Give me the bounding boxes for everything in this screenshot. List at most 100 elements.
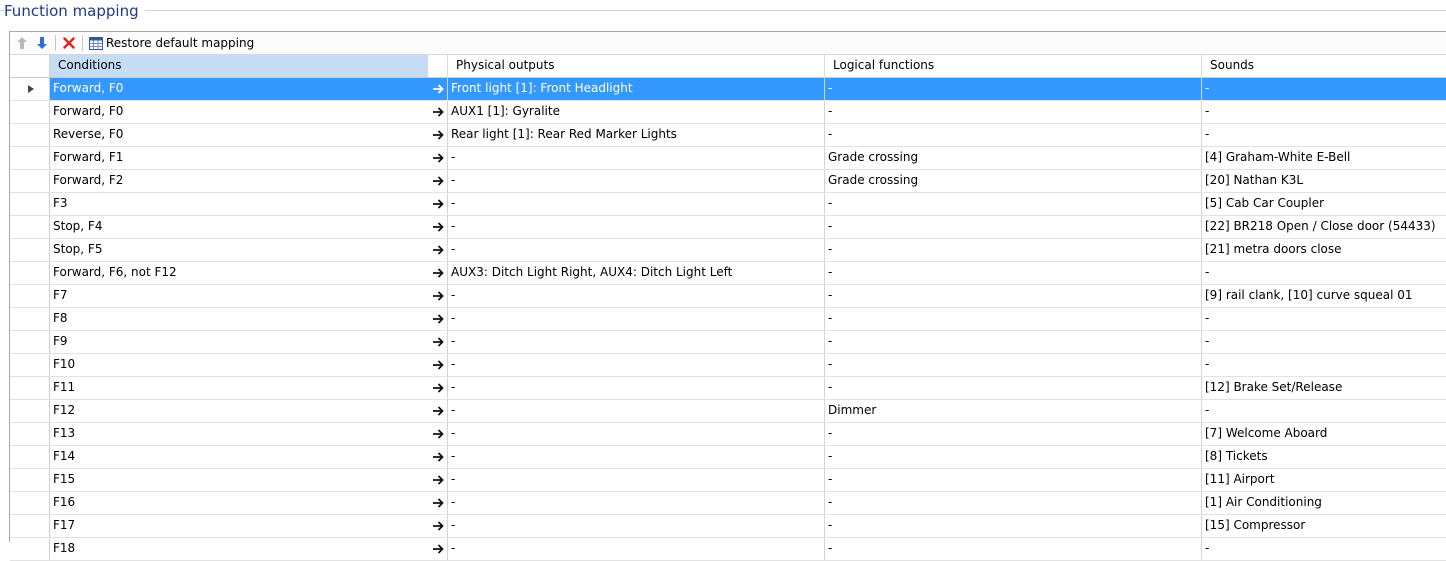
physical-outputs-cell[interactable]: AUX3: Ditch Light Right, AUX4: Ditch Lig… (448, 262, 825, 284)
sounds-cell[interactable]: [20] Nathan K3L (1202, 170, 1446, 192)
physical-outputs-cell[interactable]: - (448, 239, 825, 261)
sounds-cell[interactable]: [22] BR218 Open / Close door (54433) (1202, 216, 1446, 238)
logical-functions-cell[interactable]: - (825, 193, 1202, 215)
table-row[interactable]: Forward, F0 AUX1 [1]: Gyralite - - (10, 101, 1446, 124)
row-selector[interactable] (10, 78, 50, 100)
row-selector[interactable] (10, 216, 50, 238)
physical-outputs-cell[interactable]: - (448, 147, 825, 169)
logical-functions-cell[interactable]: - (825, 446, 1202, 468)
conditions-cell[interactable]: F16 (50, 492, 429, 514)
logical-functions-cell[interactable]: - (825, 331, 1202, 353)
row-selector[interactable] (10, 446, 50, 468)
sounds-cell[interactable]: [1] Air Conditioning (1202, 492, 1446, 514)
table-row[interactable]: F7- - [9] rail clank, [10] curve squeal 01 (10, 285, 1446, 308)
row-selector[interactable] (10, 147, 50, 169)
row-selector[interactable] (10, 262, 50, 284)
row-selector[interactable] (10, 193, 50, 215)
logical-functions-cell[interactable]: - (825, 239, 1202, 261)
row-selector[interactable] (10, 308, 50, 330)
physical-outputs-cell[interactable]: AUX1 [1]: Gyralite (448, 101, 825, 123)
row-selector[interactable] (10, 170, 50, 192)
conditions-cell[interactable]: F8 (50, 308, 429, 330)
logical-functions-cell[interactable]: Dimmer (825, 400, 1202, 422)
table-row[interactable]: F13- - [7] Welcome Aboard (10, 423, 1446, 446)
table-row[interactable]: Stop, F5- - [21] metra doors close (10, 239, 1446, 262)
table-row[interactable]: Forward, F0 Front light [1]: Front Headli… (10, 78, 1446, 101)
table-row[interactable]: Forward, F1- Grade crossing [4] Graham-Whi… (10, 147, 1446, 170)
logical-functions-cell[interactable]: - (825, 492, 1202, 514)
table-row[interactable]: F14- - [8] Tickets (10, 446, 1446, 469)
sounds-cell[interactable]: [7] Welcome Aboard (1202, 423, 1446, 445)
logical-functions-cell[interactable]: - (825, 377, 1202, 399)
logical-functions-cell[interactable]: - (825, 469, 1202, 491)
physical-outputs-cell[interactable]: - (448, 308, 825, 330)
conditions-cell[interactable]: F12 (50, 400, 429, 422)
move-up-button[interactable] (12, 33, 32, 53)
restore-default-mapping-button[interactable]: Restore default mapping (86, 33, 257, 53)
conditions-cell[interactable]: Stop, F5 (50, 239, 429, 261)
column-header-logical-functions[interactable]: Logical functions (825, 55, 1202, 77)
sounds-cell[interactable]: [5] Cab Car Coupler (1202, 193, 1446, 215)
conditions-cell[interactable]: Forward, F0 (50, 101, 429, 123)
conditions-cell[interactable]: F11 (50, 377, 429, 399)
conditions-cell[interactable]: Forward, F6, not F12 (50, 262, 429, 284)
conditions-cell[interactable]: Forward, F2 (50, 170, 429, 192)
sounds-cell[interactable]: - (1202, 354, 1446, 376)
physical-outputs-cell[interactable]: - (448, 377, 825, 399)
sounds-cell[interactable]: - (1202, 262, 1446, 284)
delete-button[interactable] (59, 33, 79, 53)
physical-outputs-cell[interactable]: - (448, 492, 825, 514)
table-row[interactable]: Reverse, F0 Rear light [1]: Rear Red Mark… (10, 124, 1446, 147)
physical-outputs-cell[interactable]: - (448, 423, 825, 445)
logical-functions-cell[interactable]: - (825, 216, 1202, 238)
conditions-cell[interactable]: F10 (50, 354, 429, 376)
column-header-sounds[interactable]: Sounds (1202, 55, 1446, 77)
table-row[interactable]: F15- - [11] Airport (10, 469, 1446, 492)
table-row[interactable]: F11- - [12] Brake Set/Release (10, 377, 1446, 400)
table-row[interactable]: F3- - [5] Cab Car Coupler (10, 193, 1446, 216)
sounds-cell[interactable]: [8] Tickets (1202, 446, 1446, 468)
sounds-cell[interactable]: [12] Brake Set/Release (1202, 377, 1446, 399)
sounds-cell[interactable]: - (1202, 101, 1446, 123)
physical-outputs-cell[interactable]: - (448, 193, 825, 215)
sounds-cell[interactable]: - (1202, 331, 1446, 353)
physical-outputs-cell[interactable]: - (448, 538, 825, 560)
logical-functions-cell[interactable]: - (825, 538, 1202, 560)
logical-functions-cell[interactable]: - (825, 285, 1202, 307)
row-selector[interactable] (10, 124, 50, 146)
conditions-cell[interactable]: Forward, F1 (50, 147, 429, 169)
row-selector[interactable] (10, 377, 50, 399)
table-row[interactable]: F12- Dimmer - (10, 400, 1446, 423)
table-row[interactable]: F10- - - (10, 354, 1446, 377)
logical-functions-cell[interactable]: - (825, 78, 1202, 100)
sounds-cell[interactable]: [15] Compressor (1202, 515, 1446, 537)
row-selector[interactable] (10, 331, 50, 353)
table-row[interactable]: F8- - - (10, 308, 1446, 331)
conditions-cell[interactable]: F14 (50, 446, 429, 468)
conditions-cell[interactable]: F17 (50, 515, 429, 537)
row-selector[interactable] (10, 354, 50, 376)
physical-outputs-cell[interactable]: - (448, 285, 825, 307)
sounds-cell[interactable]: [9] rail clank, [10] curve squeal 01 (1202, 285, 1446, 307)
move-down-button[interactable] (32, 33, 52, 53)
logical-functions-cell[interactable]: - (825, 124, 1202, 146)
logical-functions-cell[interactable]: - (825, 262, 1202, 284)
sounds-cell[interactable]: - (1202, 78, 1446, 100)
sounds-cell[interactable]: - (1202, 124, 1446, 146)
sounds-cell[interactable]: [11] Airport (1202, 469, 1446, 491)
row-selector[interactable] (10, 469, 50, 491)
physical-outputs-cell[interactable]: - (448, 400, 825, 422)
conditions-cell[interactable]: Reverse, F0 (50, 124, 429, 146)
physical-outputs-cell[interactable]: - (448, 216, 825, 238)
table-row[interactable]: F16- - [1] Air Conditioning (10, 492, 1446, 515)
sounds-cell[interactable]: - (1202, 538, 1446, 560)
logical-functions-cell[interactable]: - (825, 515, 1202, 537)
row-selector[interactable] (10, 239, 50, 261)
row-selector[interactable] (10, 538, 50, 560)
physical-outputs-cell[interactable]: Rear light [1]: Rear Red Marker Lights (448, 124, 825, 146)
conditions-cell[interactable]: Forward, F0 (50, 78, 429, 100)
physical-outputs-cell[interactable]: Front light [1]: Front Headlight (448, 78, 825, 100)
physical-outputs-cell[interactable]: - (448, 469, 825, 491)
logical-functions-cell[interactable]: Grade crossing (825, 170, 1202, 192)
sounds-cell[interactable]: [4] Graham-White E-Bell (1202, 147, 1446, 169)
